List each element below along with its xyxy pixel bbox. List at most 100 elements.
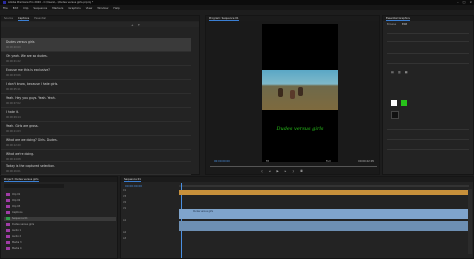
mark-in-icon[interactable]: { [261, 169, 263, 173]
audio-clip[interactable] [179, 221, 469, 231]
menu-view[interactable]: View [86, 6, 93, 10]
control-row[interactable] [387, 50, 469, 54]
project-item[interactable]: Captions [4, 211, 116, 215]
timeline-scrollbar[interactable] [468, 189, 472, 254]
caption-text: Today is the captured selection. [6, 164, 56, 168]
export-frame-icon[interactable]: ◘ [300, 169, 302, 173]
maximize-icon[interactable]: □ [463, 0, 466, 4]
menu-markers[interactable]: Markers [52, 6, 63, 10]
play-icon[interactable]: ▶ [276, 169, 278, 173]
caption-text: I don't know, because I hate girls. [6, 82, 59, 86]
project-item[interactable]: Dudes versus girls [4, 223, 116, 227]
caption-text: Dudes versus girls [6, 40, 35, 44]
window-title: Adobe Premiere Pro 2020 - C:\Users\...\D… [8, 1, 94, 4]
tab-essential[interactable]: Essential [34, 17, 46, 20]
caption-text: Excuse me this is exclusive? [6, 68, 50, 72]
clip-icon [6, 205, 10, 208]
project-search-input[interactable] [4, 184, 64, 188]
quality-dropdown[interactable]: Full [326, 160, 330, 163]
caption-time: 00:00:16:01 [6, 170, 21, 173]
caption-row[interactable]: Today is the captured selection. 00:00:1… [1, 162, 191, 175]
essential-graphics-panel: Essential Graphics Browse Edit ▤ ▥ ▦ [382, 15, 474, 175]
timeline-panel: Sequence 01 00:00:00:00 C1 V3 V2 V1 A1 A… [120, 176, 474, 259]
menu-clip[interactable]: Clip [23, 6, 28, 10]
tab-browse[interactable]: Browse [387, 23, 396, 26]
fill-color-swatch[interactable] [391, 100, 397, 106]
menu-file[interactable]: File [3, 6, 8, 10]
timeline-tabs: Sequence 01 [121, 177, 473, 182]
caption-row[interactable]: Yeah. Girls are gross. 00:00:11:03 [1, 122, 191, 136]
menu-help[interactable]: Help [113, 6, 119, 10]
tab-source[interactable]: Source [4, 17, 13, 20]
menu-graphics[interactable]: Graphics [68, 6, 80, 10]
tab-essential-graphics[interactable]: Essential Graphics [386, 17, 410, 21]
tab-program[interactable]: Program: Sequence 01 [209, 17, 239, 21]
caption-text: What we're doing. [6, 152, 35, 156]
minimize-icon[interactable]: – [457, 0, 459, 4]
project-item[interactable]: Clip 02 [4, 199, 116, 203]
timeline-timecode[interactable]: 00:00:00:00 [125, 184, 142, 188]
tab-sequence[interactable]: Sequence 01 [124, 178, 141, 182]
text-icon[interactable]: T [138, 23, 140, 27]
caption-track-clip[interactable] [179, 190, 469, 195]
caption-text: Yeah. Girls are gross. [6, 124, 39, 128]
project-item[interactable]: Media 4 [4, 247, 116, 251]
project-item[interactable]: Audio 2 [4, 235, 116, 239]
person-figure [290, 90, 295, 99]
project-item[interactable]: Clip 01 [4, 193, 116, 197]
fit-dropdown[interactable]: Fit [266, 160, 269, 163]
step-forward-icon[interactable]: ▸ [285, 169, 287, 173]
caption-time: 00:00:07:02 [6, 102, 21, 105]
align-left-icon[interactable]: ▤ [391, 70, 394, 74]
text-color-swatch[interactable] [401, 100, 407, 106]
caption-row[interactable]: Dudes versus girls 00:00:00:00 [1, 38, 191, 52]
caption-time: 00:00:00:00 [6, 46, 21, 49]
caption-time: 00:00:01:22 [6, 60, 21, 63]
align-right-icon[interactable]: ▦ [405, 70, 408, 74]
stroke-color-swatch[interactable] [391, 111, 399, 119]
control-row[interactable] [387, 60, 469, 64]
project-item[interactable]: Clip 03 [4, 205, 116, 209]
time-ruler[interactable] [179, 185, 469, 187]
tab-edit[interactable]: Edit [402, 23, 407, 26]
captions-toolbar: + T [1, 22, 199, 27]
caption-row[interactable]: Oh yeah. We are so dudes. 00:00:01:22 [1, 52, 191, 66]
sequence-icon [6, 217, 10, 220]
graphics-tabs: Essential Graphics [383, 16, 473, 21]
add-caption-icon[interactable]: + [131, 23, 134, 27]
scrub-bar[interactable] [210, 166, 377, 167]
close-icon[interactable]: × [469, 0, 472, 4]
track-header[interactable]: V1 [123, 207, 177, 219]
project-item[interactable]: Sequence 01 [4, 217, 116, 221]
caption-list: Dudes versus girls 00:00:00:00 Oh yeah. … [1, 38, 199, 175]
caption-row[interactable]: Excuse me this is exclusive? 00:00:03:06 [1, 66, 191, 80]
tab-project[interactable]: Project: Dudes versus girls [4, 178, 39, 182]
tab-captions[interactable]: Captions [17, 17, 30, 21]
clip-icon [6, 235, 10, 238]
menu-sequence[interactable]: Sequence [33, 6, 47, 10]
project-item[interactable]: Media 3 [4, 241, 116, 245]
control-row[interactable] [387, 126, 469, 130]
caption-row[interactable]: I hate it. 00:00:09:14 [1, 108, 191, 122]
caption-row[interactable]: Yeah. Hey you guys. Yeah. Yeah. 00:00:07… [1, 94, 191, 108]
caption-row[interactable]: I don't know, because I hate girls. 00:0… [1, 80, 191, 94]
mark-out-icon[interactable]: } [292, 169, 294, 173]
caption-row[interactable]: What are we doing? Girls. Dudes. 00:00:1… [1, 136, 191, 150]
align-center-icon[interactable]: ▥ [398, 70, 401, 74]
control-row[interactable] [387, 146, 469, 150]
caption-row[interactable]: What we're doing. 00:00:14:08 [1, 150, 191, 162]
control-row[interactable] [387, 38, 469, 42]
program-timecode[interactable]: 00:00:00:00 [214, 160, 230, 163]
video-clip[interactable]: Dudes versus girls [179, 209, 469, 219]
caption-text: I hate it. [6, 110, 19, 114]
menu-edit[interactable]: Edit [13, 6, 18, 10]
control-row[interactable] [387, 136, 469, 140]
control-row[interactable] [387, 30, 469, 34]
graphics-subtabs: Browse Edit [387, 23, 407, 26]
menu-window[interactable]: Window [97, 6, 108, 10]
project-item[interactable]: Audio 1 [4, 229, 116, 233]
track-header[interactable]: A1 [123, 219, 177, 231]
program-duration: 00:00:22:05 [358, 160, 374, 163]
track-header[interactable]: A3 [123, 237, 177, 243]
step-back-icon[interactable]: ◂ [269, 169, 271, 173]
